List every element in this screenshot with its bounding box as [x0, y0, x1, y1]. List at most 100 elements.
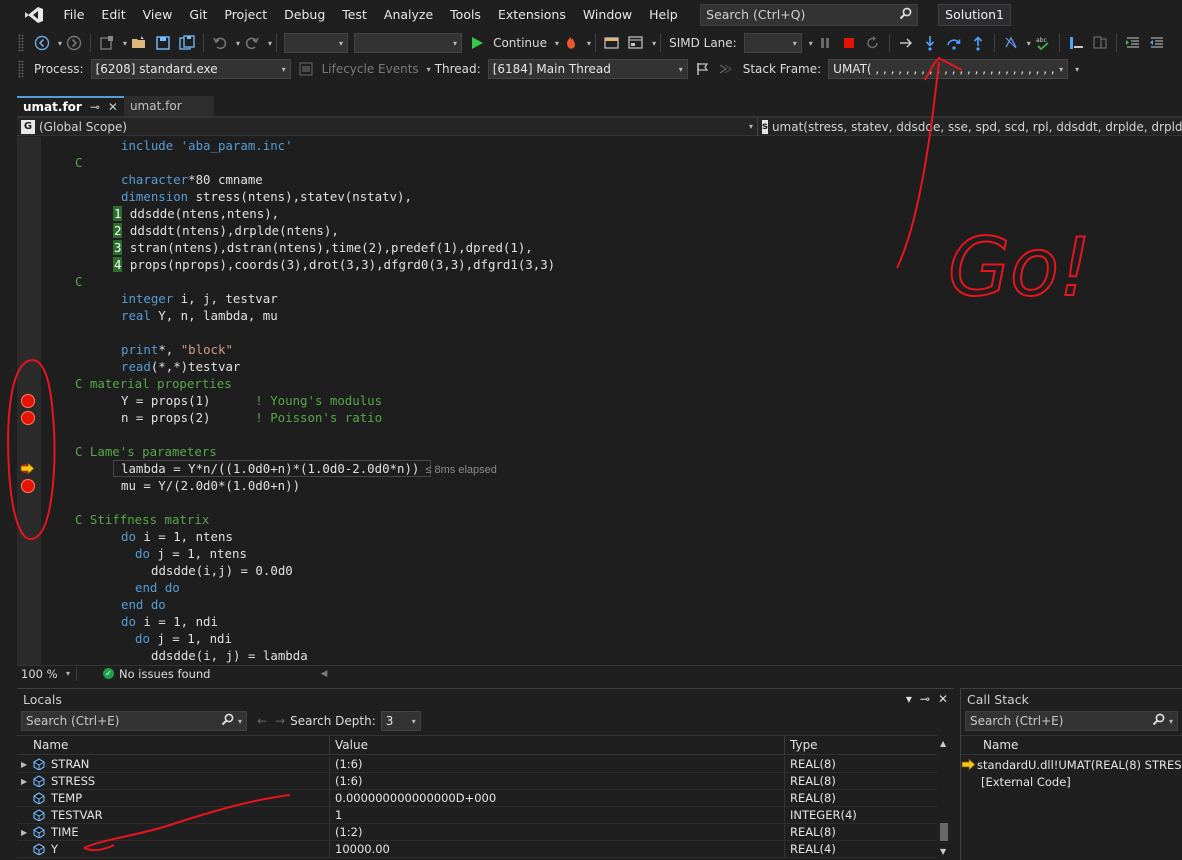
code-editor[interactable]: include 'aba_param.inc' C character*80 c…	[17, 137, 1182, 665]
scroll-up-icon[interactable]: ▲	[940, 739, 946, 748]
navigate-back-icon[interactable]	[33, 34, 51, 52]
call-stack-frame[interactable]: [External Code]	[961, 773, 1182, 790]
hex-caret-icon[interactable]: ▾	[1027, 39, 1031, 48]
search-forward-arrow-icon[interactable]: →	[275, 714, 285, 728]
stop-debugging-icon[interactable]	[840, 34, 858, 52]
lifecycle-events-button[interactable]: Lifecycle Events	[322, 62, 419, 76]
local-value[interactable]: (1:2)	[330, 824, 785, 840]
local-value[interactable]: 1	[330, 807, 785, 823]
open-file-icon[interactable]	[130, 34, 148, 52]
search-depth-select[interactable]: 3 ▾	[380, 711, 421, 731]
toolbar-grip[interactable]	[18, 34, 24, 52]
table-row[interactable]: ▶ STRAN (1:6) REAL(8)	[17, 756, 937, 773]
window-menu-caret-icon[interactable]: ▾	[906, 692, 912, 706]
undo-caret-icon[interactable]: ▾	[236, 39, 240, 48]
issues-indicator[interactable]: ✓ No issues found	[103, 667, 210, 681]
simd-caret-icon[interactable]: ▾	[809, 39, 813, 48]
stack-frame-caret-icon[interactable]: ▾	[1075, 65, 1079, 74]
continue-play-icon[interactable]	[468, 34, 486, 52]
table-row[interactable]: TESTVAR 1 INTEGER(4)	[17, 807, 937, 824]
threads-caret-icon[interactable]: ▾	[652, 39, 656, 48]
lifecycle-events-icon[interactable]	[297, 60, 315, 78]
show-next-statement-icon[interactable]	[897, 34, 915, 52]
local-value[interactable]: 10000.00	[330, 841, 785, 857]
save-icon[interactable]	[154, 34, 172, 52]
table-row[interactable]: ▶ STRESS (1:6) REAL(8)	[17, 773, 937, 790]
redo-caret-icon[interactable]: ▾	[268, 39, 272, 48]
close-icon[interactable]: ✕	[108, 100, 118, 114]
column-header-type[interactable]: Type	[785, 736, 937, 754]
tab-umat-for-active[interactable]: umat.for ⊸ ✕	[17, 96, 124, 116]
comment-lines-icon[interactable]	[1091, 34, 1109, 52]
redo-icon[interactable]	[243, 34, 261, 52]
expand-arrow-icon[interactable]: ▶	[21, 760, 31, 769]
column-header-value[interactable]: Value	[330, 736, 785, 754]
breakpoint-icon[interactable]	[21, 411, 35, 425]
breakpoint-icon[interactable]	[21, 394, 35, 408]
menu-debug[interactable]: Debug	[276, 7, 334, 22]
scroll-left-icon[interactable]: ◀	[320, 669, 327, 679]
table-row[interactable]: Y 10000.00 REAL(4)	[17, 841, 937, 858]
expand-arrow-icon[interactable]: ▶	[21, 777, 31, 786]
locals-scrollbar[interactable]: ▲ ▼	[937, 735, 951, 860]
threads-window-icon[interactable]	[627, 34, 645, 52]
break-all-icon[interactable]	[816, 34, 834, 52]
simd-lane-select[interactable]: ▾	[743, 33, 802, 53]
continue-caret-icon[interactable]: ▾	[555, 39, 559, 48]
solution-platform-select[interactable]: ▾	[354, 33, 463, 53]
table-row[interactable]: TEMP 0.000000000000000D+000 REAL(8)	[17, 790, 937, 807]
local-value[interactable]: (1:6)	[330, 773, 785, 789]
process-icon[interactable]	[603, 34, 621, 52]
new-project-icon[interactable]	[98, 34, 116, 52]
pin-icon[interactable]: ⊸	[920, 692, 930, 706]
outdent-icon[interactable]	[1148, 34, 1166, 52]
solution-name-badge[interactable]: Solution1	[938, 3, 1012, 26]
scroll-down-icon[interactable]: ▼	[940, 847, 946, 856]
process-select[interactable]: [6208] standard.exe ▾	[90, 59, 291, 79]
zoom-select[interactable]: 100 % ▾	[17, 666, 77, 681]
menu-edit[interactable]: Edit	[93, 7, 134, 22]
stack-frame-select[interactable]: UMAT( , , , , , , , , , , , , , , , , , …	[828, 59, 1069, 79]
call-stack-frame[interactable]: standardU.dll!UMAT(REAL(8) STRESS,	[961, 756, 1182, 773]
menu-tools[interactable]: Tools	[442, 7, 490, 22]
pin-icon[interactable]: ⊸	[90, 100, 100, 114]
search-back-arrow-icon[interactable]: ←	[257, 714, 267, 728]
step-out-icon[interactable]	[969, 34, 987, 52]
menu-window[interactable]: Window	[574, 7, 640, 22]
menu-help[interactable]: Help	[641, 7, 687, 22]
hex-display-icon[interactable]	[1002, 34, 1020, 52]
menu-project[interactable]: Project	[216, 7, 276, 22]
local-value[interactable]: (1:6)	[330, 756, 785, 772]
visual-studio-logo-icon[interactable]	[23, 6, 45, 24]
breakpoint-icon[interactable]	[21, 479, 35, 493]
expand-arrow-icon[interactable]: ▶	[21, 828, 31, 837]
navigate-back-caret-icon[interactable]: ▾	[58, 39, 62, 48]
menu-view[interactable]: View	[134, 7, 181, 22]
menu-file[interactable]: File	[55, 7, 93, 22]
hot-reload-caret-icon[interactable]: ▾	[587, 39, 591, 48]
hot-reload-icon[interactable]	[562, 34, 580, 52]
scope-dropdown[interactable]: G (Global Scope) ▾	[17, 118, 757, 136]
locals-search-input[interactable]: Search (Ctrl+E) ▾	[21, 711, 247, 731]
menu-extensions[interactable]: Extensions	[489, 7, 574, 22]
elapsed-time-hint[interactable]: ≤ 8ms elapsed	[425, 464, 496, 476]
tab-umat-for[interactable]: umat.for	[123, 96, 214, 116]
step-into-icon[interactable]	[921, 34, 939, 52]
local-value[interactable]: 0.000000000000000D+000	[330, 790, 785, 806]
toggle-breakpoint-icon[interactable]	[1067, 34, 1085, 52]
call-stack-search-input[interactable]: Search (Ctrl+E) ▾	[965, 711, 1178, 731]
indent-icon[interactable]	[1124, 34, 1142, 52]
member-dropdown[interactable]: s umat(stress, statev, ddsdde, sse, spd,…	[757, 117, 1182, 136]
menu-git[interactable]: Git	[181, 7, 216, 22]
menu-test[interactable]: Test	[334, 7, 376, 22]
toolbar-grip[interactable]	[18, 60, 24, 78]
navigate-forward-icon[interactable]	[65, 34, 83, 52]
undo-icon[interactable]	[211, 34, 229, 52]
solution-configuration-select[interactable]: ▾	[284, 33, 349, 53]
flag-thread-icon[interactable]	[694, 60, 712, 78]
scrollbar-thumb[interactable]	[940, 823, 948, 841]
save-all-icon[interactable]	[178, 34, 196, 52]
spell-check-icon[interactable]: abc	[1034, 34, 1052, 52]
current-statement-arrow-icon[interactable]	[20, 462, 36, 475]
global-search-input[interactable]: Search (Ctrl+Q)	[700, 3, 919, 26]
